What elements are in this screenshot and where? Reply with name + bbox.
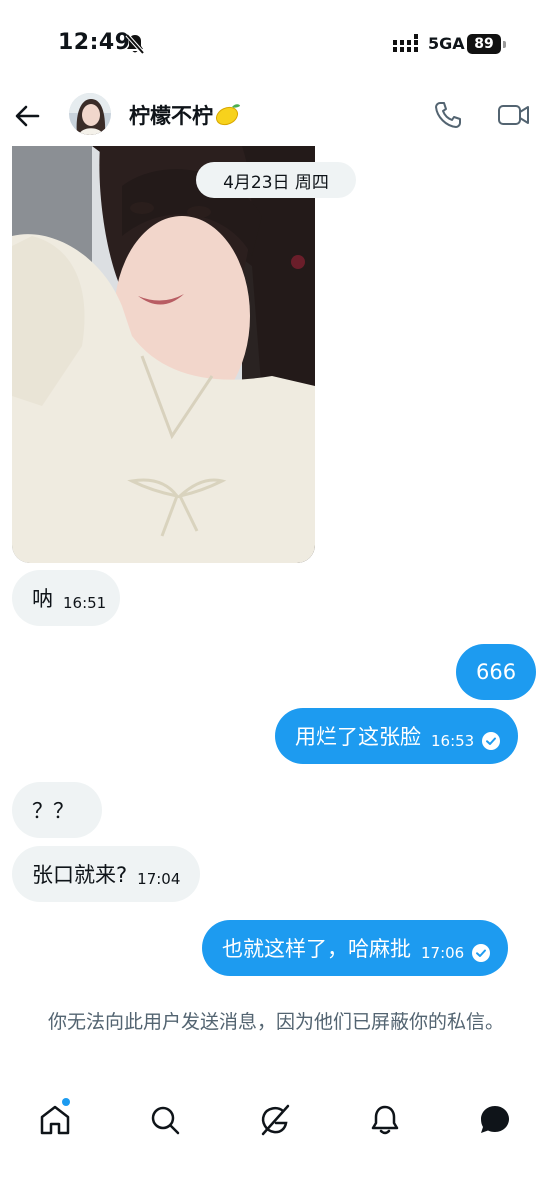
message-text: 呐 — [32, 587, 53, 611]
back-arrow-icon[interactable] — [14, 102, 42, 130]
message-text: 也就这样了，哈麻批 — [222, 937, 411, 961]
message-text: 张口就来? — [32, 863, 128, 887]
search-icon[interactable] — [147, 1102, 183, 1138]
network-label: 5GA — [428, 34, 465, 53]
shared-photo[interactable] — [12, 146, 315, 563]
message-incoming[interactable]: 张口就来? 17:04 — [12, 846, 201, 902]
read-check-icon — [472, 944, 491, 962]
grok-icon[interactable] — [257, 1102, 293, 1138]
battery-indicator: 89 — [467, 34, 501, 54]
contact-name[interactable]: 柠檬不柠 — [129, 100, 241, 130]
battery-tip — [503, 41, 506, 48]
home-icon[interactable] — [37, 1102, 73, 1138]
message-incoming[interactable]: ？？ — [12, 782, 102, 838]
status-time: 12:49 — [58, 30, 131, 55]
bell-icon[interactable] — [367, 1102, 403, 1138]
message-text: 用烂了这张脸 — [295, 725, 421, 749]
video-call-icon[interactable] — [497, 100, 531, 130]
conversation-header: 柠檬不柠 — [0, 90, 552, 144]
message-incoming[interactable]: 呐 16:51 — [12, 570, 121, 626]
message-text: ？？ — [32, 799, 74, 823]
messages-icon[interactable] — [477, 1102, 513, 1138]
selfie-image — [12, 146, 315, 563]
message-outgoing[interactable]: 也就这样了，哈麻批 17:06 — [202, 920, 509, 976]
message-time: 17:04 — [137, 870, 181, 888]
avatar[interactable] — [69, 93, 111, 135]
bottom-nav — [0, 1090, 552, 1150]
bell-off-icon — [125, 33, 145, 55]
signal-icon — [393, 34, 418, 52]
blocked-notice: 你无法向此用户发送消息，因为他们已屏蔽你的私信。 — [47, 1011, 504, 1033]
message-outgoing[interactable]: 用烂了这张脸 16:53 — [275, 708, 519, 764]
notification-dot — [62, 1098, 70, 1106]
message-time: 17:06 — [421, 944, 465, 962]
message-time: 16:51 — [63, 594, 107, 612]
message-text: 666 — [476, 660, 517, 684]
phone-call-icon[interactable] — [433, 100, 463, 130]
lemon-icon — [215, 104, 240, 126]
message-time: 16:53 — [431, 732, 475, 750]
message-outgoing[interactable]: 666 — [456, 644, 537, 700]
date-separator: 4月23日 周四 — [196, 162, 356, 198]
read-check-icon — [482, 732, 501, 750]
battery-level: 89 — [474, 36, 494, 52]
status-bar: 12:49 5GA 89 — [0, 0, 552, 90]
contact-name-text: 柠檬不柠 — [129, 104, 213, 128]
